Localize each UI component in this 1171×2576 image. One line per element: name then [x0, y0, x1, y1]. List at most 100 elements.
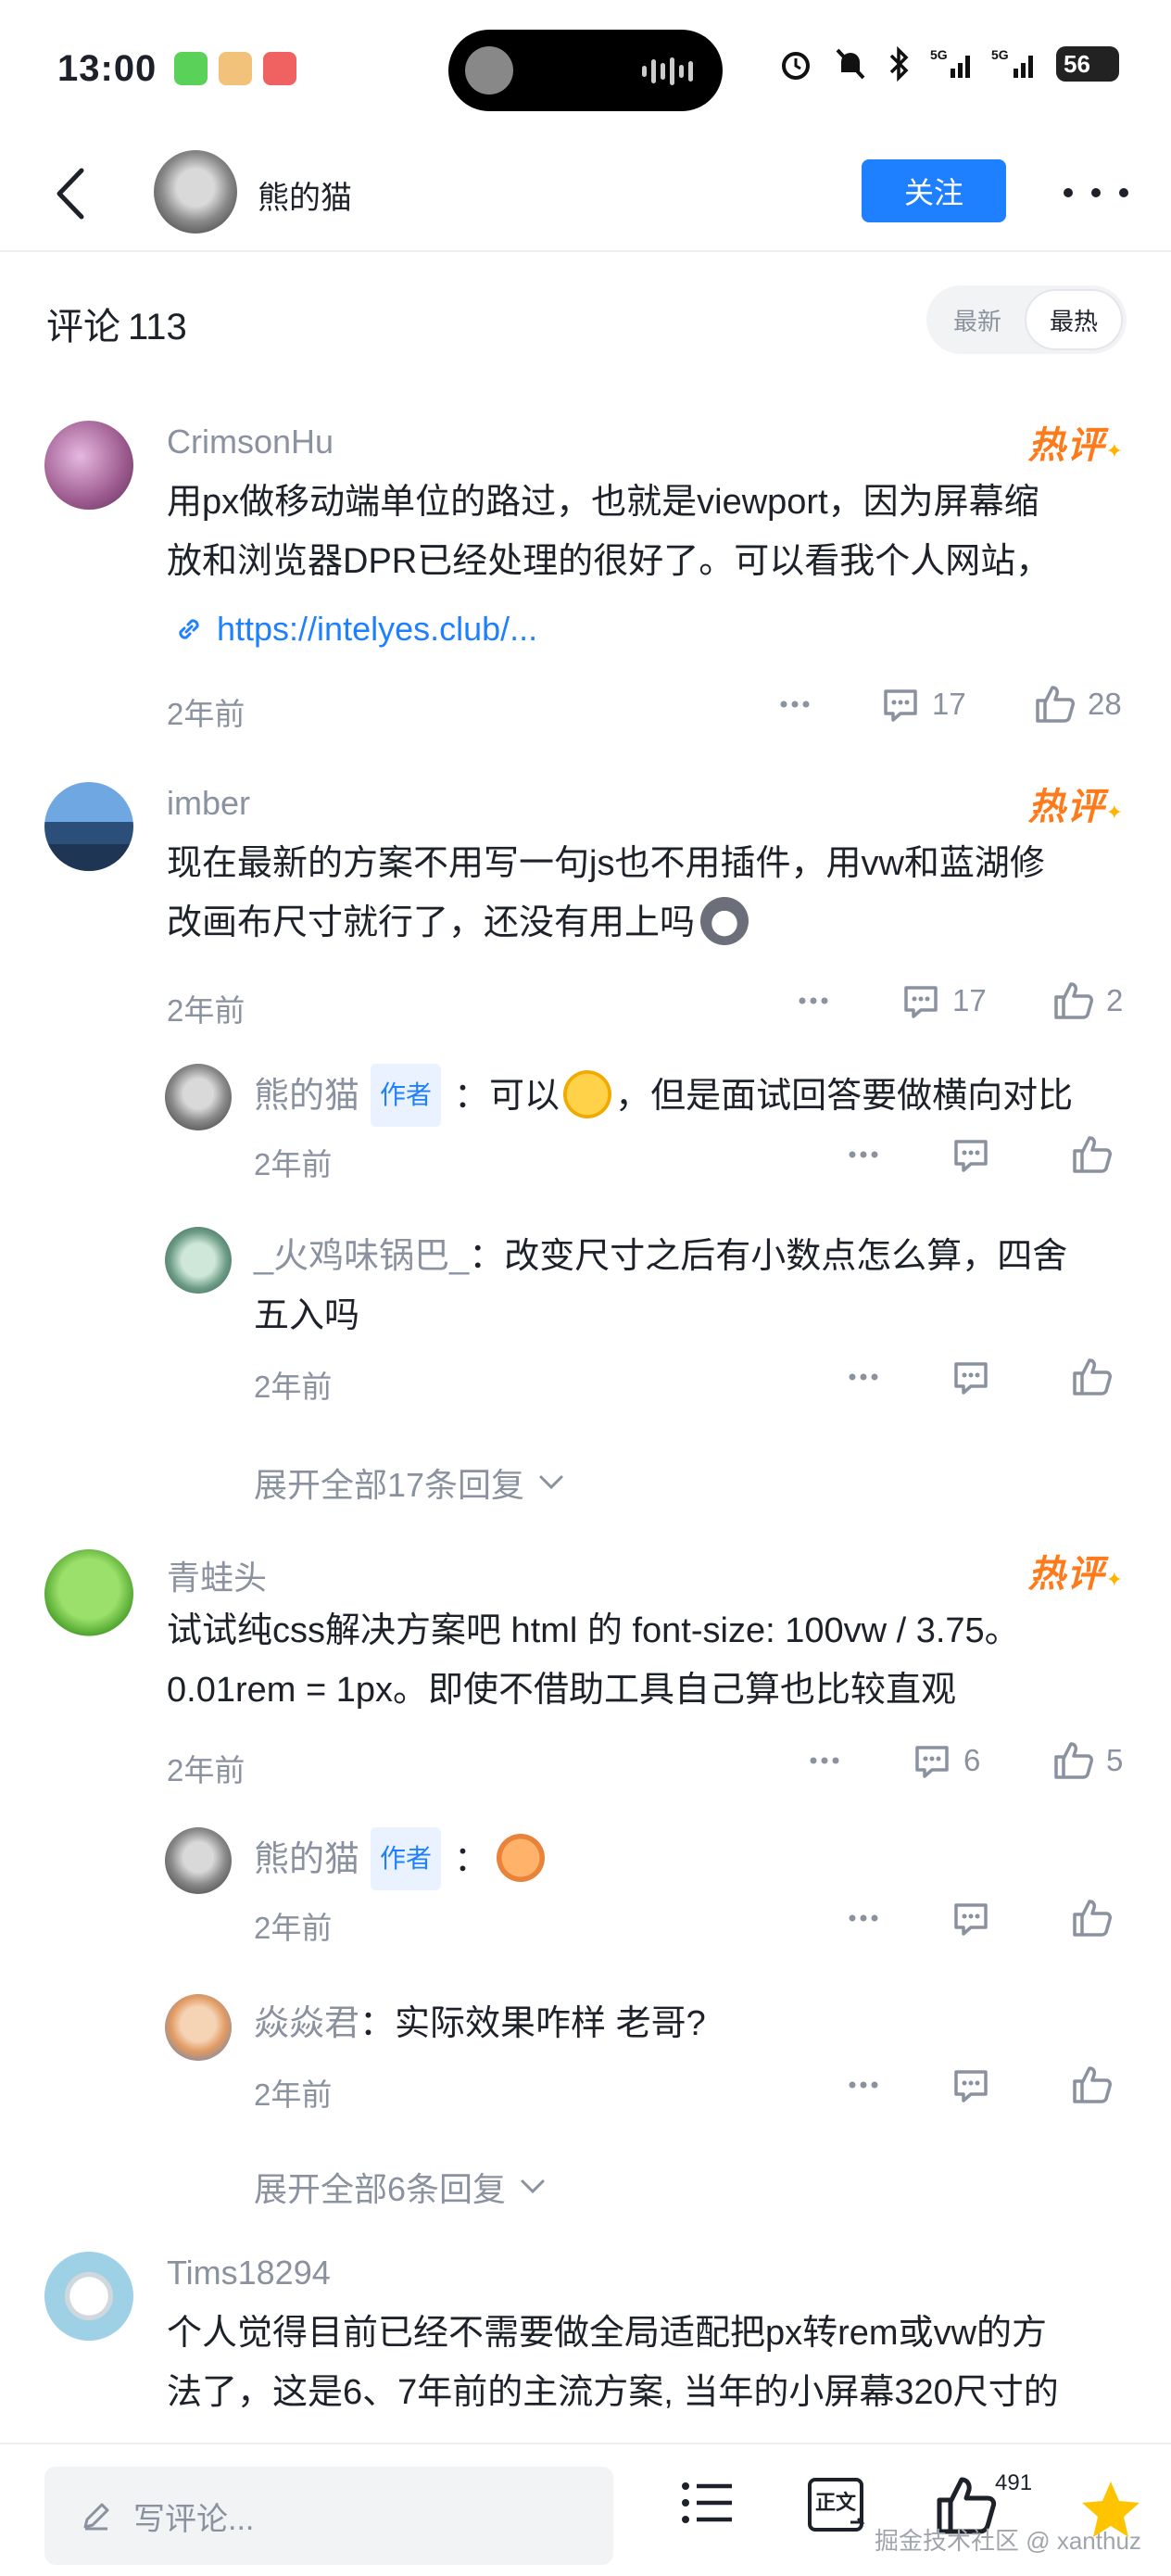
comment-reply-button[interactable]: 6	[912, 1740, 980, 1781]
sort-toggle: 最新 最热	[926, 285, 1127, 354]
author-name[interactable]: 熊的猫	[258, 172, 352, 218]
status-bar: 13:00 5G 5G 56	[0, 0, 1171, 139]
thumbs-up-emoji-icon	[497, 1834, 546, 1882]
more-dots-icon	[810, 1757, 839, 1764]
comment-time: 2年前	[167, 993, 246, 1028]
comment-username[interactable]: CrimsonHu	[167, 423, 334, 461]
husky-emoji-icon	[700, 897, 749, 945]
more-dots-icon	[799, 997, 828, 1004]
comment-time: 2年前	[167, 697, 246, 731]
comment-like-button[interactable]: 2	[1052, 980, 1123, 1021]
reply-reply-button[interactable]	[951, 2065, 991, 2105]
reply-more-button[interactable]	[845, 2068, 882, 2102]
thumbs-up-icon	[1036, 686, 1075, 723]
sort-newest-option[interactable]: 最新	[930, 289, 1025, 350]
reply-text: _火鸡味锅巴_：改变尺寸之后有小数点怎么算，四舍 五入吗	[254, 1237, 1068, 1335]
thumbs-up-icon	[1054, 982, 1093, 1019]
reply-like-button[interactable]	[1071, 1134, 1114, 1175]
reply-like-button[interactable]	[1071, 2065, 1114, 2105]
reply-reply-button[interactable]	[951, 1898, 991, 1938]
user-avatar[interactable]	[44, 421, 133, 510]
reply-like-button[interactable]	[1071, 1357, 1114, 1397]
comment-text: 用px做移动端单位的路过，也就是viewport，因为屏幕缩 放和浏览器DPR已…	[167, 483, 1051, 581]
pencil-icon	[83, 2503, 109, 2531]
reply-username[interactable]: 熊的猫	[254, 1840, 359, 1879]
more-dots-icon	[849, 2081, 878, 2089]
author-avatar[interactable]	[154, 150, 237, 234]
alarm-icon	[782, 52, 810, 80]
reply-time: 2年前	[254, 2077, 333, 2112]
user-avatar[interactable]	[44, 1549, 133, 1638]
comment-username[interactable]: Tims18294	[167, 2254, 331, 2292]
reply-username[interactable]: _火鸡味锅巴_	[254, 1237, 469, 1276]
follow-button[interactable]: 关注	[862, 159, 1006, 222]
comment-bubble-icon	[915, 1746, 949, 1778]
comment-username[interactable]: 青蛙头	[167, 1551, 267, 1599]
comment-reply-button[interactable]: 17	[880, 684, 966, 725]
chevron-left-icon	[57, 168, 84, 220]
reply-time: 2年前	[254, 1911, 333, 1945]
comment-username[interactable]: imber	[167, 784, 250, 823]
svg-text:正文: 正文	[815, 2491, 857, 2515]
more-menu-button[interactable]	[1064, 165, 1128, 221]
system-icons: 5G 5G 56	[778, 46, 1119, 82]
reply-more-button[interactable]	[845, 1901, 882, 1935]
comment-link[interactable]: https://intelyes.club/...	[172, 610, 537, 649]
text-mode-icon: 正文	[808, 2478, 865, 2532]
write-comment-input[interactable]: 写评论...	[44, 2467, 613, 2565]
media-thumbnail	[465, 46, 513, 95]
text-mode-button[interactable]: 正文	[806, 2472, 871, 2542]
bear-app-icon	[219, 52, 252, 85]
reply-username[interactable]: 焱焱君	[254, 2004, 359, 2043]
reply-reply-button[interactable]	[951, 1357, 991, 1397]
author-tag: 作者	[371, 1064, 442, 1127]
user-avatar[interactable]	[165, 1827, 232, 1894]
like-count: 491	[995, 2470, 1033, 2495]
battery-indicator: 56	[1056, 46, 1119, 82]
more-dots-icon	[849, 1373, 878, 1381]
comment-bubble-icon	[954, 1903, 988, 1936]
thumbs-up-icon	[1073, 1358, 1112, 1395]
comment-more-button[interactable]	[806, 1744, 843, 1777]
user-avatar[interactable]	[165, 1994, 232, 2061]
sort-hottest-option[interactable]: 最热	[1025, 289, 1123, 350]
reply-text: 焱焱君：实际效果咋样 老哥?	[254, 2004, 706, 2043]
table-of-contents-button[interactable]	[676, 2472, 737, 2538]
comment-more-button[interactable]	[795, 984, 832, 1017]
thumbs-up-icon	[1073, 1900, 1112, 1937]
comment-bubble-icon	[954, 1362, 988, 1395]
user-avatar[interactable]	[165, 1064, 232, 1130]
user-avatar[interactable]	[44, 2252, 133, 2341]
comment-bubble-icon	[954, 2070, 988, 2102]
reply-like-button[interactable]	[1071, 1898, 1114, 1938]
thumbs-up-icon	[1054, 1742, 1093, 1779]
chat-app-icon	[174, 52, 208, 85]
reply-time: 2年前	[254, 1370, 333, 1404]
chevron-down-icon	[539, 1475, 563, 1490]
dynamic-island[interactable]	[448, 30, 723, 111]
comment-bubble-icon	[954, 1140, 988, 1172]
user-avatar[interactable]	[44, 782, 133, 871]
svg-text:5G: 5G	[930, 47, 948, 62]
thumbs-up-icon	[1073, 2066, 1112, 2103]
comment-like-button[interactable]: 5	[1052, 1740, 1123, 1781]
comment-more-button[interactable]	[776, 688, 813, 721]
expand-replies-button[interactable]: 展开全部17条回复	[254, 1458, 565, 1507]
reply-time: 2年前	[254, 1147, 333, 1181]
reply-text: 熊的猫 作者 ：可以 ，但是面试回答要做横向对比	[254, 1064, 1073, 1127]
chevron-down-icon	[521, 2179, 545, 2194]
author-tag: 作者	[371, 1827, 442, 1890]
expand-replies-button[interactable]: 展开全部6条回复	[254, 2163, 547, 2211]
user-avatar[interactable]	[165, 1227, 232, 1294]
back-button[interactable]	[44, 161, 100, 226]
audio-wave-icon	[642, 57, 693, 85]
reply-more-button[interactable]	[845, 1360, 882, 1394]
reply-more-button[interactable]	[845, 1138, 882, 1171]
hot-comment-badge: 热评✦	[1027, 425, 1125, 466]
comment-like-button[interactable]: 28	[1034, 684, 1122, 725]
comment-reply-button[interactable]: 17	[900, 980, 987, 1021]
reply-username[interactable]: 熊的猫	[254, 1077, 359, 1116]
link-icon	[179, 619, 199, 639]
more-dots-icon	[780, 701, 810, 708]
reply-reply-button[interactable]	[951, 1134, 991, 1175]
